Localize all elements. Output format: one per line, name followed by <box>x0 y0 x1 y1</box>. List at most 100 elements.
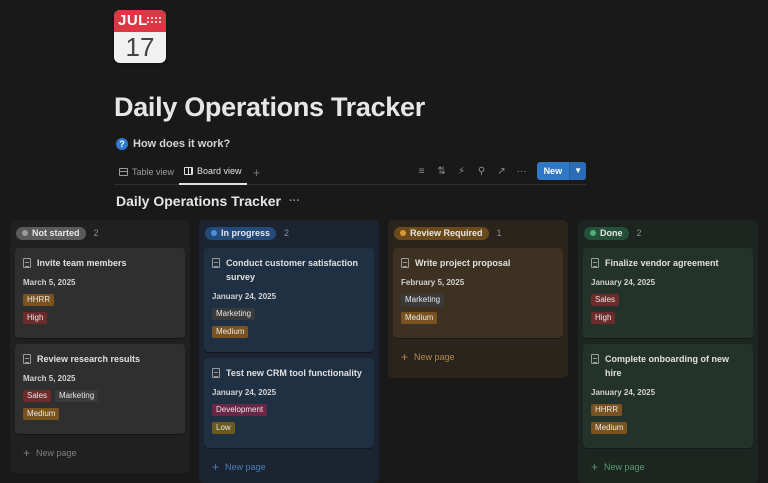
card-tags: Development <box>212 404 367 416</box>
column-header[interactable]: Review Required 1 <box>393 224 563 242</box>
department-tag: Development <box>212 404 268 416</box>
card-date: January 24, 2025 <box>591 278 656 287</box>
card-date: January 24, 2025 <box>591 388 656 397</box>
new-page-button[interactable]: + New page <box>583 454 753 480</box>
column-header[interactable]: In progress 2 <box>204 224 374 242</box>
status-badge: Review Required <box>394 226 489 240</box>
card-date: January 24, 2025 <box>212 388 277 397</box>
page-icon <box>212 258 220 268</box>
card-date: March 5, 2025 <box>23 374 76 383</box>
new-page-button[interactable]: + New page <box>204 454 374 480</box>
card-tags: Marketing <box>212 308 367 320</box>
search-icon[interactable]: ⚲ <box>475 166 489 177</box>
new-page-button[interactable]: + New page <box>393 344 563 370</box>
status-dot-icon <box>22 230 28 236</box>
card-title: Review research results <box>23 352 178 366</box>
status-dot-icon <box>211 230 217 236</box>
new-button-group: New ▼ <box>536 162 586 180</box>
priority-tag: Low <box>212 422 235 434</box>
priority-tag: Medium <box>401 312 438 324</box>
calendar-icon-month: JUL <box>114 10 166 32</box>
how-does-it-work-label: How does it work? <box>133 138 231 150</box>
status-label: Not started <box>32 228 80 238</box>
column-header[interactable]: Not started 2 <box>15 224 185 242</box>
calendar-icon[interactable]: JUL 17 <box>114 10 166 63</box>
priority-tag: Medium <box>23 408 60 420</box>
tab-board-view[interactable]: Board view <box>179 160 247 185</box>
priority-tag: High <box>23 312 48 324</box>
more-options-icon[interactable]: ··· <box>515 166 529 177</box>
new-button[interactable]: New <box>536 162 570 180</box>
expand-icon[interactable]: ↗ <box>495 166 509 177</box>
database-title[interactable]: Daily Operations Tracker <box>116 193 281 209</box>
card-tags: Marketing <box>401 294 556 306</box>
department-tag: Sales <box>23 390 52 402</box>
status-badge: In progress <box>205 226 277 240</box>
database-title-row: Daily Operations Tracker ··· <box>116 193 300 209</box>
board-card[interactable]: Test new CRM tool functionality January 2… <box>204 358 374 448</box>
card-title: Test new CRM tool functionality <box>212 366 367 380</box>
card-tags: HHRR <box>23 294 178 306</box>
status-dot-icon <box>400 230 406 236</box>
card-tags: Sales Marketing <box>23 390 178 402</box>
card-date: March 5, 2025 <box>23 278 76 287</box>
card-title: Write project proposal <box>401 256 556 270</box>
column-count: 2 <box>284 228 290 238</box>
add-view-button[interactable]: + <box>247 165 267 180</box>
plus-icon: + <box>591 460 599 474</box>
column-header[interactable]: Done 2 <box>583 224 753 242</box>
card-priority-row: Medium <box>401 312 556 324</box>
priority-tag: Medium <box>212 326 249 338</box>
automation-icon[interactable]: ⚡︎ <box>455 166 469 177</box>
board-card[interactable]: Complete onboarding of new hire January 2… <box>583 344 753 448</box>
view-tabs-bar: Table view Board view + ≡ ⇅ ⚡︎ ⚲ ↗ ··· N… <box>114 160 586 185</box>
card-title: Finalize vendor agreement <box>591 256 746 270</box>
priority-tag: Medium <box>591 422 628 434</box>
card-priority-row: Medium <box>591 422 746 434</box>
board-card[interactable]: Invite team members March 5, 2025 HHRR High <box>15 248 185 338</box>
database-options-icon[interactable]: ··· <box>289 195 300 207</box>
chevron-down-icon[interactable]: ▼ <box>569 162 586 180</box>
plus-icon: + <box>212 460 220 474</box>
plus-icon: + <box>23 446 31 460</box>
card-date: January 24, 2025 <box>212 292 277 301</box>
priority-tag: High <box>591 312 616 324</box>
board-icon <box>184 167 194 175</box>
sort-icon[interactable]: ⇅ <box>435 166 449 177</box>
card-priority-row: Medium <box>212 326 367 338</box>
board-card[interactable]: Review research results March 5, 2025 Sale… <box>15 344 185 434</box>
tab-table-view[interactable]: Table view <box>114 160 179 185</box>
page-title[interactable]: Daily Operations Tracker <box>114 92 425 123</box>
department-tag: Sales <box>591 294 620 306</box>
status-label: In progress <box>221 228 271 238</box>
page-icon <box>23 258 31 268</box>
filter-icon[interactable]: ≡ <box>415 166 429 177</box>
calendar-icon-day: 17 <box>125 32 155 62</box>
status-badge: Done <box>584 226 629 240</box>
board-column: In progress 2 Conduct customer satisfactio… <box>199 220 379 483</box>
board-column: Review Required 1 Write project proposal Fe… <box>388 220 568 378</box>
status-label: Review Required <box>410 228 483 238</box>
card-priority-row: High <box>591 312 746 324</box>
card-priority-row: Low <box>212 422 367 434</box>
column-count: 1 <box>496 228 502 238</box>
page-icon <box>23 354 31 364</box>
status-dot-icon <box>590 230 596 236</box>
column-count: 2 <box>636 228 642 238</box>
board-card[interactable]: Finalize vendor agreement January 24, 202… <box>583 248 753 338</box>
card-title: Invite team members <box>23 256 178 270</box>
page-icon <box>401 258 409 268</box>
department-tag: Marketing <box>401 294 445 306</box>
card-priority-row: Medium <box>23 408 178 420</box>
help-icon: ? <box>116 138 128 150</box>
board-card[interactable]: Write project proposal February 5, 2025 Ma… <box>393 248 563 338</box>
board-column: Not started 2 Invite team members March 5, … <box>10 220 190 473</box>
new-page-button[interactable]: + New page <box>15 440 185 466</box>
department-tag: HHRR <box>591 404 623 416</box>
view-toolbar: ≡ ⇅ ⚡︎ ⚲ ↗ ··· New ▼ <box>415 162 586 180</box>
card-title: Complete onboarding of new hire <box>591 352 746 380</box>
column-count: 2 <box>93 228 99 238</box>
page-icon <box>212 368 220 378</box>
board-card[interactable]: Conduct customer satisfaction survey Janu… <box>204 248 374 352</box>
how-does-it-work-toggle[interactable]: ? How does it work? <box>116 138 230 150</box>
